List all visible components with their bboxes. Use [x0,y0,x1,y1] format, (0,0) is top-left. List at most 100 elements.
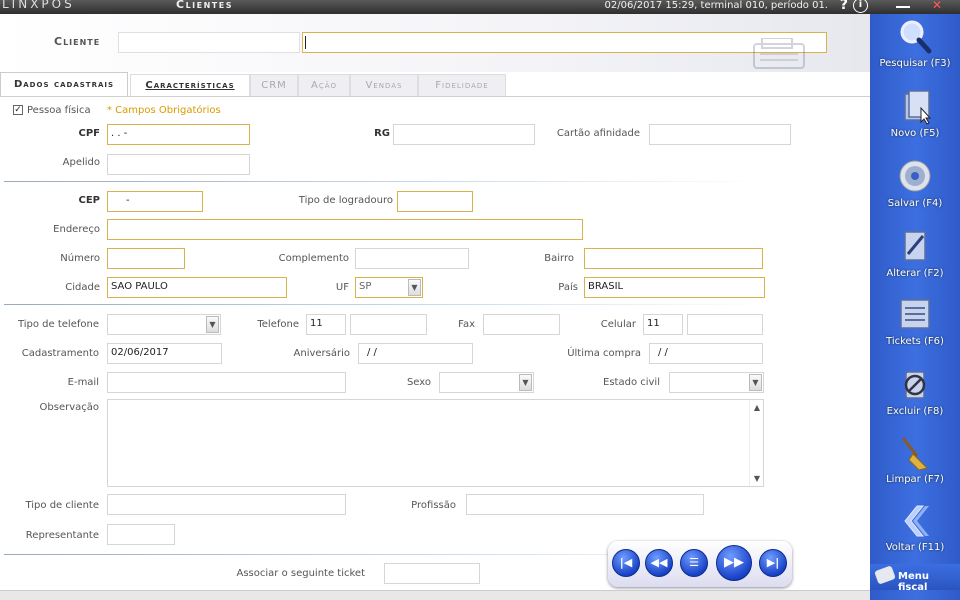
pesquisar-label: Pesquisar (F3) [879,58,951,69]
menu-fiscal-button[interactable]: Menu fiscal [870,564,960,593]
ultima-compra-input[interactable]: / / [649,343,763,364]
info-icon[interactable]: i [853,0,868,13]
numero-input[interactable] [107,248,185,269]
scroll-up-icon[interactable]: ▲ [754,403,760,412]
magnifier-icon [900,20,932,54]
celular-input[interactable] [687,314,763,335]
pais-input[interactable]: BRASIL [584,277,765,298]
list-icon[interactable]: ☰ [680,549,708,577]
tipo-logradouro-input[interactable] [397,191,473,212]
scroll-down-icon[interactable]: ▼ [754,474,760,483]
complemento-label: Complemento [278,253,349,264]
representante-input[interactable] [107,524,175,545]
salvar-button[interactable]: Salvar (F4) [870,158,960,222]
tab-caracteristicas[interactable]: Características [130,74,250,96]
representante-label: Representante [25,530,99,541]
uf-select[interactable]: SP ▼ [355,277,423,298]
chevron-down-icon[interactable]: ▼ [519,374,532,391]
tipo-cliente-label: Tipo de cliente [25,500,99,511]
celular-ddd-input[interactable]: 11 [643,314,683,335]
email-input[interactable] [107,372,346,393]
rg-input[interactable] [393,124,535,145]
ultima-compra-label: Última compra [567,348,641,359]
apelido-input[interactable] [107,154,250,175]
chevron-down-icon[interactable]: ▼ [206,316,219,333]
close-icon[interactable]: ✕ [932,0,942,12]
fiscal-receipt-icon [874,565,896,585]
tickets-button[interactable]: Tickets (F6) [870,296,960,360]
telefone-label: Telefone [257,319,299,330]
cartao-afinidade-label: Cartão afinidade [556,128,640,139]
tipo-logradouro-label: Tipo de logradouro [298,195,393,206]
complemento-input[interactable] [355,248,469,269]
aniversario-input[interactable]: / / [358,343,473,364]
pesquisar-button[interactable]: Pesquisar (F3) [870,18,960,82]
telefone-ddd-input[interactable]: 11 [306,314,346,335]
excluir-button[interactable]: Excluir (F8) [870,366,960,430]
chevron-down-icon[interactable]: ▼ [408,279,421,296]
endereco-input[interactable] [107,219,583,240]
tickets-label: Tickets (F6) [886,336,944,347]
previous-record-icon[interactable]: ◀◀ [645,549,673,577]
section-divider [4,304,764,305]
tab-bar: Dados cadastrais Características CRM Açã… [0,72,870,96]
observacao-textarea[interactable]: ▲ ▼ [107,399,764,487]
pessoa-fisica-checkbox[interactable]: ✓ [13,105,23,115]
cep-input[interactable]: - [107,191,203,212]
menu-fiscal-label: Menu fiscal [898,571,929,593]
uf-value: SP [359,281,372,292]
voltar-button[interactable]: Voltar (F11) [870,502,960,566]
tab-vendas[interactable]: Vendas [350,74,418,96]
cadastramento-input[interactable]: 02/06/2017 [107,343,222,364]
cidade-input[interactable]: SAO PAULO [107,277,287,298]
delete-icon [904,371,926,399]
minimize-icon[interactable] [896,0,910,8]
cliente-code-input[interactable] [118,32,300,53]
ticket-input[interactable] [384,563,480,584]
aniversario-label: Aniversário [293,348,350,359]
limpar-label: Limpar (F7) [886,474,944,485]
register-decoration-icon [753,38,805,69]
cpf-label: CPF [78,128,101,139]
cpf-input[interactable]: . . - [107,124,250,145]
bairro-label: Bairro [544,253,574,264]
uf-label: UF [335,282,349,293]
fax-label: Fax [458,319,475,330]
estado-civil-select[interactable]: ▼ [669,372,764,393]
cadastramento-label: Cadastramento [21,348,99,359]
fax-input[interactable] [483,314,560,335]
observacao-label: Observação [39,402,99,413]
tipo-cliente-input[interactable] [107,494,346,515]
tickets-icon [900,299,930,329]
last-record-icon[interactable]: ▶| [759,549,787,577]
bairro-input[interactable] [584,248,763,269]
celular-label: Celular [600,319,636,330]
tab-acao[interactable]: Ação [298,74,350,96]
limpar-button[interactable]: Limpar (F7) [870,434,960,498]
tab-fidelidade[interactable]: Fidelidade [418,74,506,96]
novo-button[interactable]: Novo (F5) [870,88,960,152]
title-bar: LINXPOS Clientes 02/06/2017 15:29, termi… [0,0,870,14]
chevron-down-icon[interactable]: ▼ [749,374,762,391]
back-chevron-icon [904,505,929,537]
telefone-input[interactable] [350,314,427,335]
alterar-button[interactable]: Alterar (F2) [870,228,960,292]
dados-cadastrais-form: ✓ Pessoa física * Campos Obrigatórios CP… [0,96,870,600]
tab-dados-cadastrais[interactable]: Dados cadastrais [0,72,128,96]
tipo-telefone-select[interactable]: ▼ [107,314,221,335]
next-record-icon[interactable]: ▶▶ [716,545,752,581]
cliente-label: Cliente [54,35,101,48]
bottom-strip [0,590,870,600]
profissao-input[interactable] [466,494,704,515]
help-icon[interactable]: ? [840,0,848,13]
new-document-icon [904,90,932,125]
tab-crm[interactable]: CRM [250,74,298,96]
cartao-afinidade-input[interactable] [649,124,791,145]
client-header: Cliente [0,14,870,72]
window-title: Clientes [176,0,233,11]
sexo-select[interactable]: ▼ [439,372,534,393]
salvar-label: Salvar (F4) [887,198,943,209]
first-record-icon[interactable]: |◀ [612,549,640,577]
sexo-label: Sexo [406,377,431,388]
observacao-scrollbar[interactable]: ▲ ▼ [749,400,763,486]
